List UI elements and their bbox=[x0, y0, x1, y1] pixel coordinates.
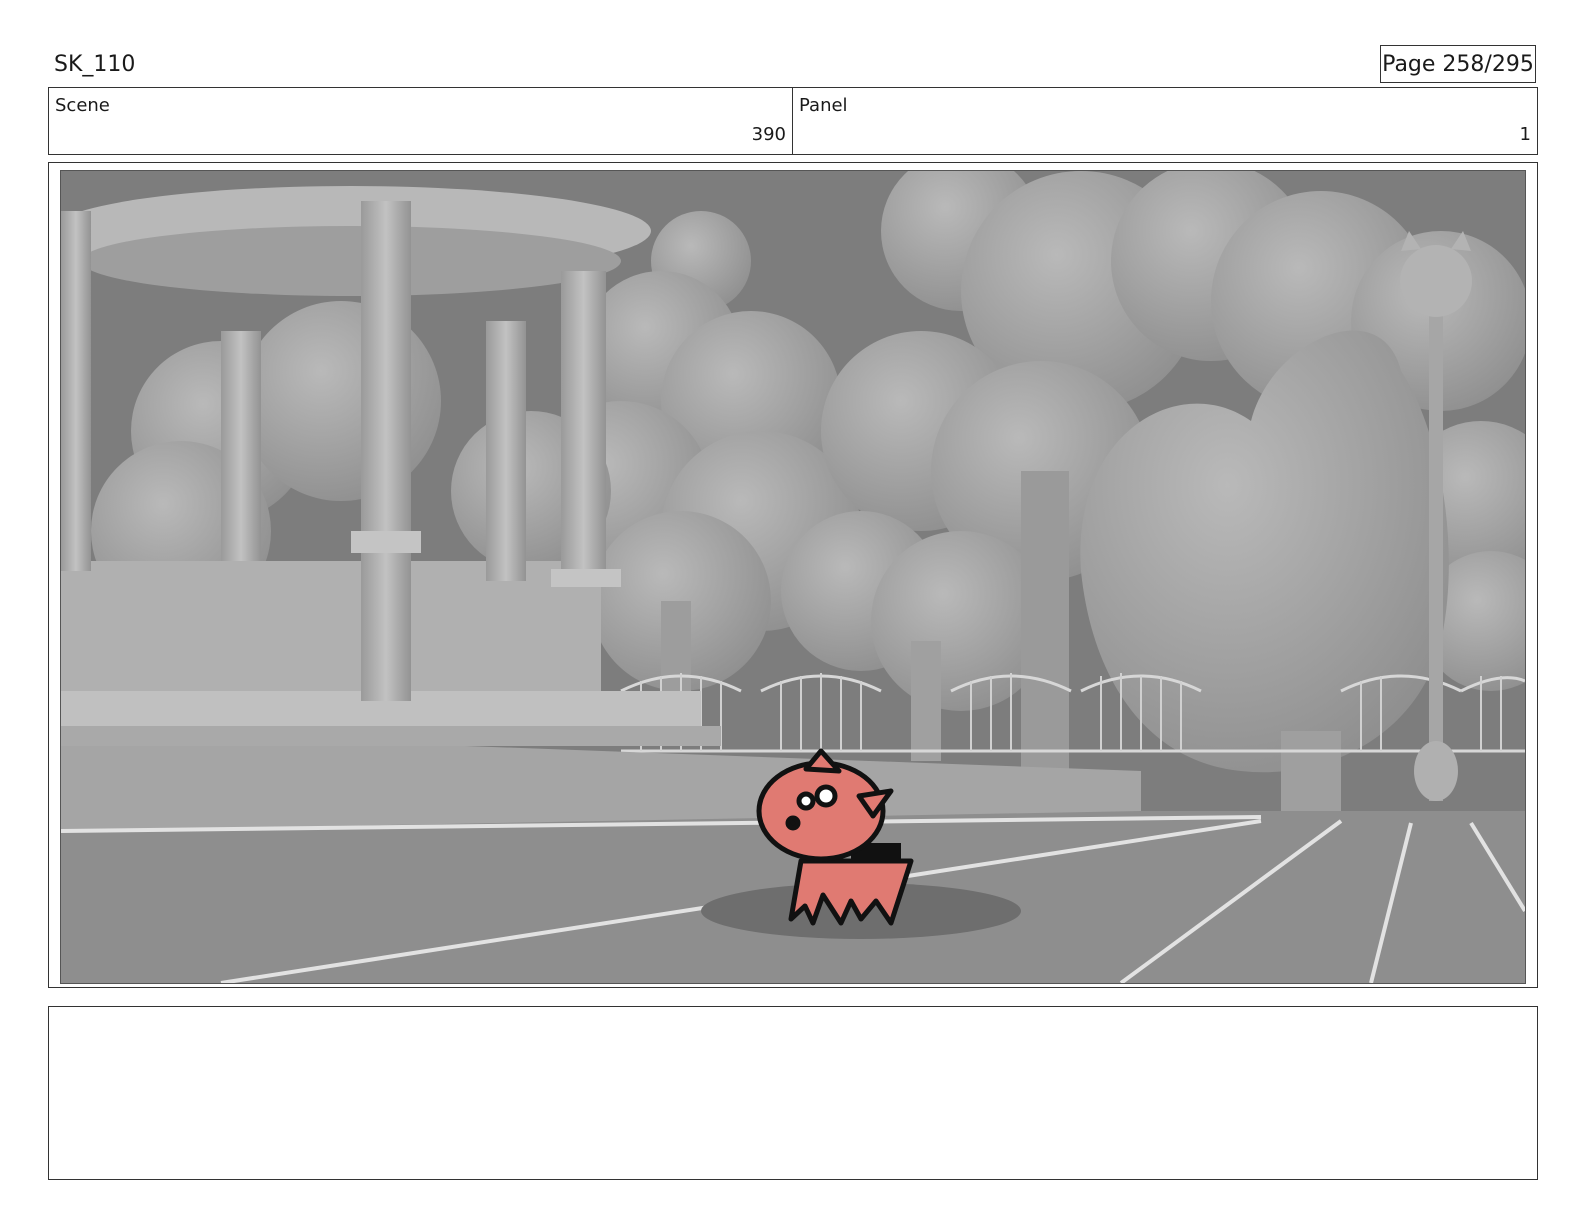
page-number-box: Page 258/295 bbox=[1380, 45, 1536, 83]
scene-label: Scene bbox=[55, 95, 110, 116]
scene-value: 390 bbox=[751, 124, 786, 145]
panel-artwork bbox=[60, 170, 1526, 984]
panel-value: 1 bbox=[1519, 124, 1531, 145]
storyboard-frame bbox=[48, 162, 1538, 988]
document-title: SK_110 bbox=[54, 52, 136, 77]
panel-cell: Panel 1 bbox=[793, 88, 1537, 154]
scene-cell: Scene 390 bbox=[49, 88, 793, 154]
info-row: Scene 390 Panel 1 bbox=[48, 87, 1538, 155]
scene-illustration bbox=[61, 171, 1525, 983]
panel-label: Panel bbox=[799, 95, 848, 116]
notes-box bbox=[48, 1006, 1538, 1180]
